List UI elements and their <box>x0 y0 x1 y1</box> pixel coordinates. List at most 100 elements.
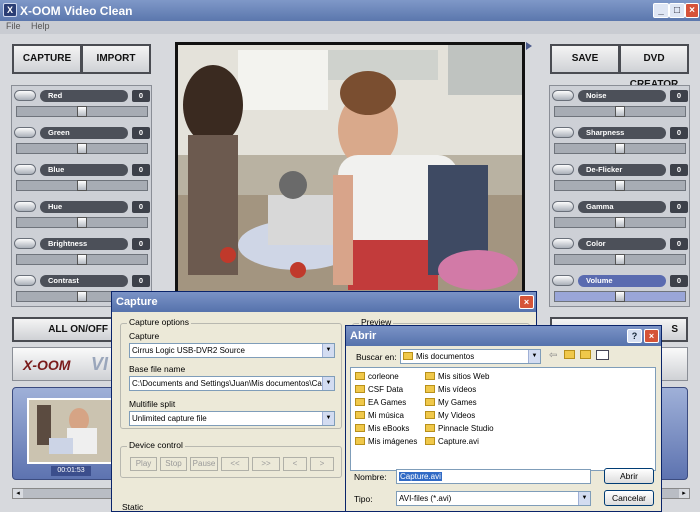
scroll-left-icon[interactable]: ◂ <box>13 489 23 498</box>
fast-forward-button[interactable]: >> <box>252 457 280 471</box>
import-button[interactable]: IMPORT <box>81 44 151 74</box>
maximize-button[interactable]: □ <box>669 3 685 18</box>
up-folder-icon[interactable] <box>564 350 575 359</box>
play-button[interactable]: Play <box>130 457 157 471</box>
slider-thumb[interactable] <box>77 143 87 154</box>
slider-row-volume: Volume 0 <box>550 271 690 308</box>
capture-source-label: Capture <box>129 331 160 341</box>
toggle-switch[interactable] <box>14 238 36 249</box>
stop-button[interactable]: Stop <box>160 457 187 471</box>
pause-button[interactable]: Pause <box>190 457 218 471</box>
slider-label: Green <box>40 127 128 139</box>
filename-input[interactable]: Capture.avi <box>396 469 591 484</box>
dropdown-arrow-icon: ▼ <box>578 492 590 505</box>
toggle-switch[interactable] <box>552 201 574 212</box>
open-button[interactable]: Abrir <box>604 468 654 484</box>
file-item-label: Mis imágenes <box>368 437 418 446</box>
clip-thumbnail[interactable] <box>27 398 115 464</box>
file-item-label: Mis sitios Web <box>438 372 490 381</box>
slider-thumb[interactable] <box>615 106 625 117</box>
new-folder-icon[interactable] <box>580 350 591 359</box>
file-item[interactable]: Pinnacle Studio <box>425 424 494 437</box>
capture-close-icon[interactable]: × <box>519 295 534 309</box>
rewind-button[interactable]: << <box>221 457 249 471</box>
folder-icon <box>355 398 365 406</box>
menu-help[interactable]: Help <box>31 21 50 31</box>
app-logo-icon: X <box>3 3 17 17</box>
toggle-switch[interactable] <box>552 90 574 101</box>
file-item[interactable]: Mis eBooks <box>355 424 417 437</box>
toggle-switch[interactable] <box>14 164 36 175</box>
file-item[interactable]: My Videos <box>425 411 494 424</box>
slider-label: Blue <box>40 164 128 176</box>
slider-row-noise: Noise 0 <box>550 86 690 123</box>
slider-row-hue: Hue 0 <box>12 197 152 234</box>
open-close-icon[interactable]: × <box>644 329 659 343</box>
slider-thumb[interactable] <box>77 291 87 302</box>
capture-source-value: Cirrus Logic USB-DVR2 Source <box>132 346 245 355</box>
toggle-switch[interactable] <box>14 201 36 212</box>
capture-options-legend: Capture options <box>127 317 192 327</box>
file-item[interactable]: Mis imágenes <box>355 437 417 450</box>
filetype-select[interactable]: AVI-files (*.avi) ▼ <box>396 491 591 506</box>
folder-icon <box>425 385 435 393</box>
step-back-button[interactable]: < <box>283 457 307 471</box>
back-icon[interactable]: ⇦ <box>549 350 557 361</box>
slider-thumb[interactable] <box>615 180 625 191</box>
menu-file[interactable]: File <box>6 21 21 31</box>
save-button[interactable]: SAVE <box>550 44 620 74</box>
step-forward-button[interactable]: > <box>310 457 334 471</box>
file-item[interactable]: Mis vídeos <box>425 385 494 398</box>
slider-value: 0 <box>132 90 150 102</box>
scroll-right-icon[interactable]: ▸ <box>679 489 689 498</box>
dvd-creator-button[interactable]: DVD CREATOR <box>619 44 689 90</box>
multifile-select[interactable]: Unlimited capture file ▼ <box>129 411 335 426</box>
filetype-label: Tipo: <box>354 494 373 504</box>
slider-thumb[interactable] <box>77 217 87 228</box>
multifile-value: Unlimited capture file <box>132 414 207 423</box>
slider-row-brightness: Brightness 0 <box>12 234 152 271</box>
file-item[interactable]: EA Games <box>355 398 417 411</box>
basefile-select[interactable]: C:\Documents and Settings\Juan\Mis docum… <box>129 376 335 391</box>
slider-label: Gamma <box>578 201 666 213</box>
collapse-arrow-icon[interactable] <box>526 42 532 50</box>
clip-strip: 00:01:53 <box>12 387 122 480</box>
slider-label: Brightness <box>40 238 128 250</box>
device-control-group: Device control Play Stop Pause << >> < > <box>120 440 342 478</box>
capture-button[interactable]: CAPTURE <box>12 44 82 74</box>
help-icon[interactable]: ? <box>627 329 642 343</box>
all-onoff-button[interactable]: ALL ON/OFF <box>12 317 122 342</box>
slider-thumb[interactable] <box>77 180 87 191</box>
toggle-switch[interactable] <box>14 127 36 138</box>
toggle-switch[interactable] <box>14 275 36 286</box>
lookin-label: Buscar en: <box>356 352 397 362</box>
clip-timecode: 00:01:53 <box>51 466 91 476</box>
toggle-switch[interactable] <box>552 238 574 249</box>
file-item[interactable]: Mis sitios Web <box>425 372 494 385</box>
minimize-button[interactable]: _ <box>653 3 669 18</box>
slider-thumb[interactable] <box>615 143 625 154</box>
slider-thumb[interactable] <box>77 106 87 117</box>
slider-thumb[interactable] <box>615 217 625 228</box>
slider-thumb[interactable] <box>615 291 625 302</box>
multifile-label: Multifile split <box>129 399 176 409</box>
cancel-button[interactable]: Cancelar <box>604 490 654 506</box>
file-item[interactable]: corleone <box>355 372 417 385</box>
file-item[interactable]: Mi música <box>355 411 417 424</box>
slider-thumb[interactable] <box>615 254 625 265</box>
toggle-switch[interactable] <box>14 90 36 101</box>
slider-thumb[interactable] <box>77 254 87 265</box>
file-item[interactable]: My Games <box>425 398 494 411</box>
slider-label: Contrast <box>40 275 128 287</box>
close-button[interactable]: × <box>685 3 699 18</box>
file-item[interactable]: CSF Data <box>355 385 417 398</box>
device-control-legend: Device control <box>127 440 185 450</box>
file-item-label: Capture.avi <box>438 437 479 446</box>
capture-source-select[interactable]: Cirrus Logic USB-DVR2 Source ▼ <box>129 343 335 358</box>
toggle-switch[interactable] <box>552 275 574 286</box>
toggle-switch[interactable] <box>552 127 574 138</box>
view-menu-icon[interactable] <box>596 350 609 360</box>
toggle-switch[interactable] <box>552 164 574 175</box>
lookin-select[interactable]: Mis documentos ▼ <box>400 349 541 364</box>
file-item[interactable]: Capture.avi <box>425 437 494 450</box>
